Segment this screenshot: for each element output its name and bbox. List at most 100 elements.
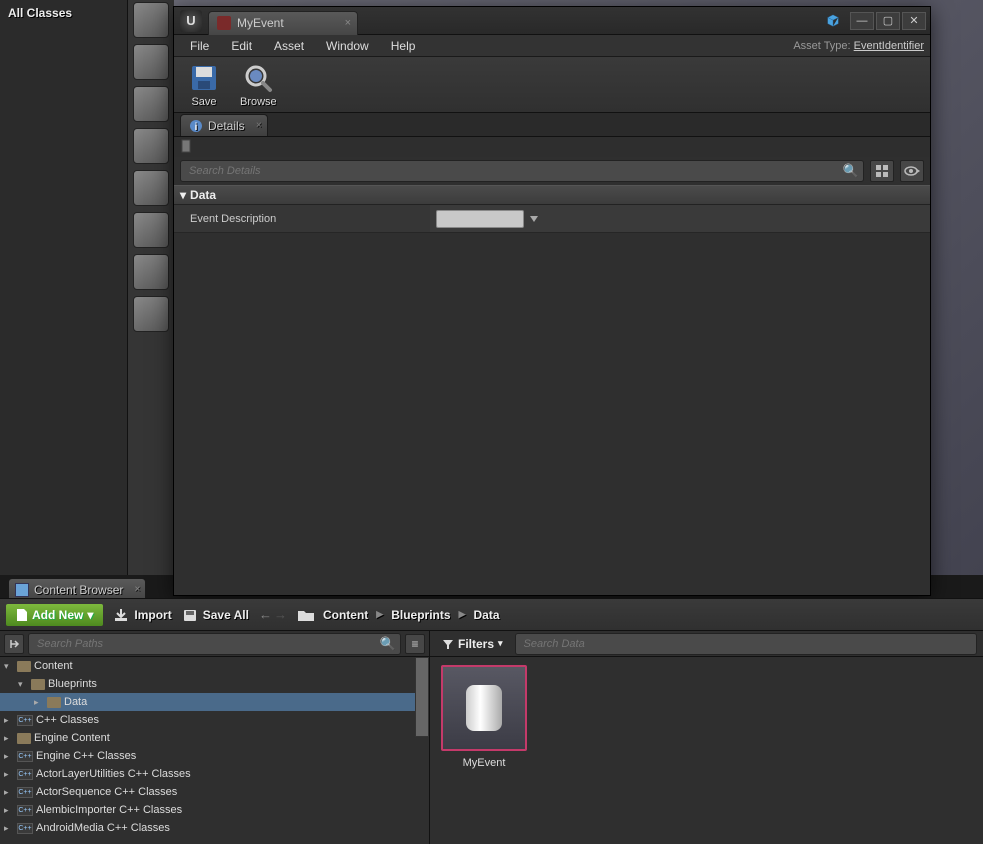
tree-row[interactable]: ▾Content: [0, 657, 429, 675]
menu-help[interactable]: Help: [381, 36, 426, 56]
shape-icon[interactable]: [133, 2, 169, 38]
tree-label: Engine C++ Classes: [36, 750, 136, 762]
category-header-data[interactable]: ▾ Data: [174, 185, 930, 205]
event-description-input[interactable]: [436, 210, 524, 228]
collapse-icon: ▾: [180, 188, 186, 202]
nav-arrows: ← →: [259, 607, 287, 622]
content-browser-tab-icon: [15, 583, 29, 597]
close-icon[interactable]: ×: [256, 120, 262, 131]
expand-icon[interactable]: ▸: [4, 751, 14, 762]
property-row-event-description: Event Description: [174, 205, 930, 233]
save-button[interactable]: Save: [182, 60, 226, 110]
details-tab-label: Details: [208, 119, 245, 133]
property-value-cell: [430, 205, 930, 232]
maximize-button[interactable]: ▢: [876, 12, 900, 30]
source-panel-header: 🔍 ≡: [0, 631, 429, 657]
search-icon: 🔍: [380, 636, 396, 652]
cpp-icon: C++: [17, 715, 33, 726]
tree-row[interactable]: ▸Data: [0, 693, 429, 711]
property-label: Event Description: [174, 205, 430, 232]
nav-back-button[interactable]: ←: [259, 607, 272, 622]
expand-icon[interactable]: ▸: [4, 787, 14, 798]
search-paths-input[interactable]: [28, 633, 401, 655]
asset-panel-header: Filters ▾: [430, 631, 983, 657]
tree-label: AlembicImporter C++ Classes: [36, 804, 182, 816]
expand-icon[interactable]: ▸: [4, 805, 14, 816]
close-tab-icon[interactable]: ×: [345, 17, 351, 29]
breadcrumb-item[interactable]: Content: [323, 608, 368, 622]
shape-icon[interactable]: [133, 86, 169, 122]
details-tab-bar: i Details ×: [174, 113, 930, 137]
tree-label: ActorSequence C++ Classes: [36, 786, 177, 798]
toggle-sources-button[interactable]: [4, 634, 24, 654]
asset-panel: Filters ▾ MyEvent: [430, 631, 983, 844]
menu-asset[interactable]: Asset: [264, 36, 314, 56]
tree-row[interactable]: ▾Blueprints: [0, 675, 429, 693]
import-button[interactable]: Import: [113, 608, 171, 622]
expand-icon[interactable]: ▾: [4, 661, 14, 672]
filters-button[interactable]: Filters ▾: [436, 634, 509, 654]
view-options-button[interactable]: [900, 160, 924, 182]
shape-icon[interactable]: [133, 296, 169, 332]
search-assets-input[interactable]: [515, 633, 977, 655]
cpp-icon: C++: [17, 751, 33, 762]
chevron-right-icon: ▶: [459, 609, 466, 620]
browse-button[interactable]: Browse: [234, 60, 283, 110]
chevron-down-icon: ▾: [498, 638, 503, 649]
search-details-input[interactable]: [180, 160, 864, 182]
editor-tab[interactable]: MyEvent ×: [208, 11, 358, 35]
expand-icon[interactable]: ▸: [4, 769, 14, 780]
close-icon[interactable]: ×: [135, 584, 141, 595]
shape-icon[interactable]: [133, 170, 169, 206]
category-label: Data: [190, 188, 216, 202]
content-browser-tab-label: Content Browser: [34, 583, 123, 597]
expand-icon[interactable]: ▾: [18, 679, 28, 690]
chevron-down-icon: ▾: [87, 608, 93, 622]
asset-item[interactable]: MyEvent: [438, 665, 530, 769]
tree-label: Engine Content: [34, 732, 110, 744]
shape-icon[interactable]: [133, 128, 169, 164]
breadcrumb-item[interactable]: Blueprints: [391, 608, 450, 622]
chevron-right-icon: ▶: [376, 609, 383, 620]
tree-row[interactable]: ▸C++Engine C++ Classes: [0, 747, 429, 765]
menu-window[interactable]: Window: [316, 36, 379, 56]
minimize-button[interactable]: —: [850, 12, 874, 30]
shape-icon[interactable]: [133, 254, 169, 290]
editor-toolbar: Save Browse: [174, 57, 930, 113]
content-browser-tab[interactable]: Content Browser ×: [8, 578, 146, 600]
add-new-button[interactable]: Add New ▾: [6, 604, 103, 626]
add-file-icon: [16, 608, 28, 622]
menu-edit[interactable]: Edit: [221, 36, 262, 56]
close-button[interactable]: ✕: [902, 12, 926, 30]
cpp-icon: C++: [17, 787, 33, 798]
save-all-button[interactable]: Save All: [182, 608, 249, 622]
property-matrix-button[interactable]: [870, 160, 894, 182]
content-browser-body: 🔍 ≡ ▾Content▾Blueprints▸Data▸C++C++ Clas…: [0, 631, 983, 844]
tree-row[interactable]: ▸C++ActorLayerUtilities C++ Classes: [0, 765, 429, 783]
expand-icon[interactable]: ▸: [34, 697, 44, 708]
expand-icon[interactable]: ▸: [4, 715, 14, 726]
tree-row[interactable]: ▸ Engine Content: [0, 729, 429, 747]
dropdown-icon[interactable]: [528, 213, 540, 225]
shape-icon[interactable]: [133, 212, 169, 248]
asset-editor-window: U MyEvent × — ▢ ✕ File Edit Asset Window…: [173, 6, 931, 596]
asset-type-link[interactable]: EventIdentifier: [854, 40, 924, 52]
tree-row[interactable]: ▸C++AlembicImporter C++ Classes: [0, 801, 429, 819]
folder-icon: [31, 679, 45, 690]
expand-icon[interactable]: ▸: [4, 733, 14, 744]
lock-toggle-button[interactable]: ≡: [405, 634, 425, 654]
tree-row[interactable]: ▸C++AndroidMedia C++ Classes: [0, 819, 429, 837]
nav-forward-button[interactable]: →: [274, 607, 287, 622]
menu-file[interactable]: File: [180, 36, 219, 56]
tree-scrollbar[interactable]: [415, 657, 429, 737]
breadcrumb-item[interactable]: Data: [473, 608, 499, 622]
expand-icon[interactable]: ▸: [4, 823, 14, 834]
browse-icon: [242, 62, 274, 94]
tree-row[interactable]: ▸C++ActorSequence C++ Classes: [0, 783, 429, 801]
shape-icon[interactable]: [133, 44, 169, 80]
asset-tab-icon: [217, 16, 231, 30]
tree-row[interactable]: ▸C++C++ Classes: [0, 711, 429, 729]
tree-label: C++ Classes: [36, 714, 99, 726]
details-tab[interactable]: i Details ×: [180, 114, 268, 136]
editor-titlebar: U MyEvent × — ▢ ✕: [174, 7, 930, 35]
